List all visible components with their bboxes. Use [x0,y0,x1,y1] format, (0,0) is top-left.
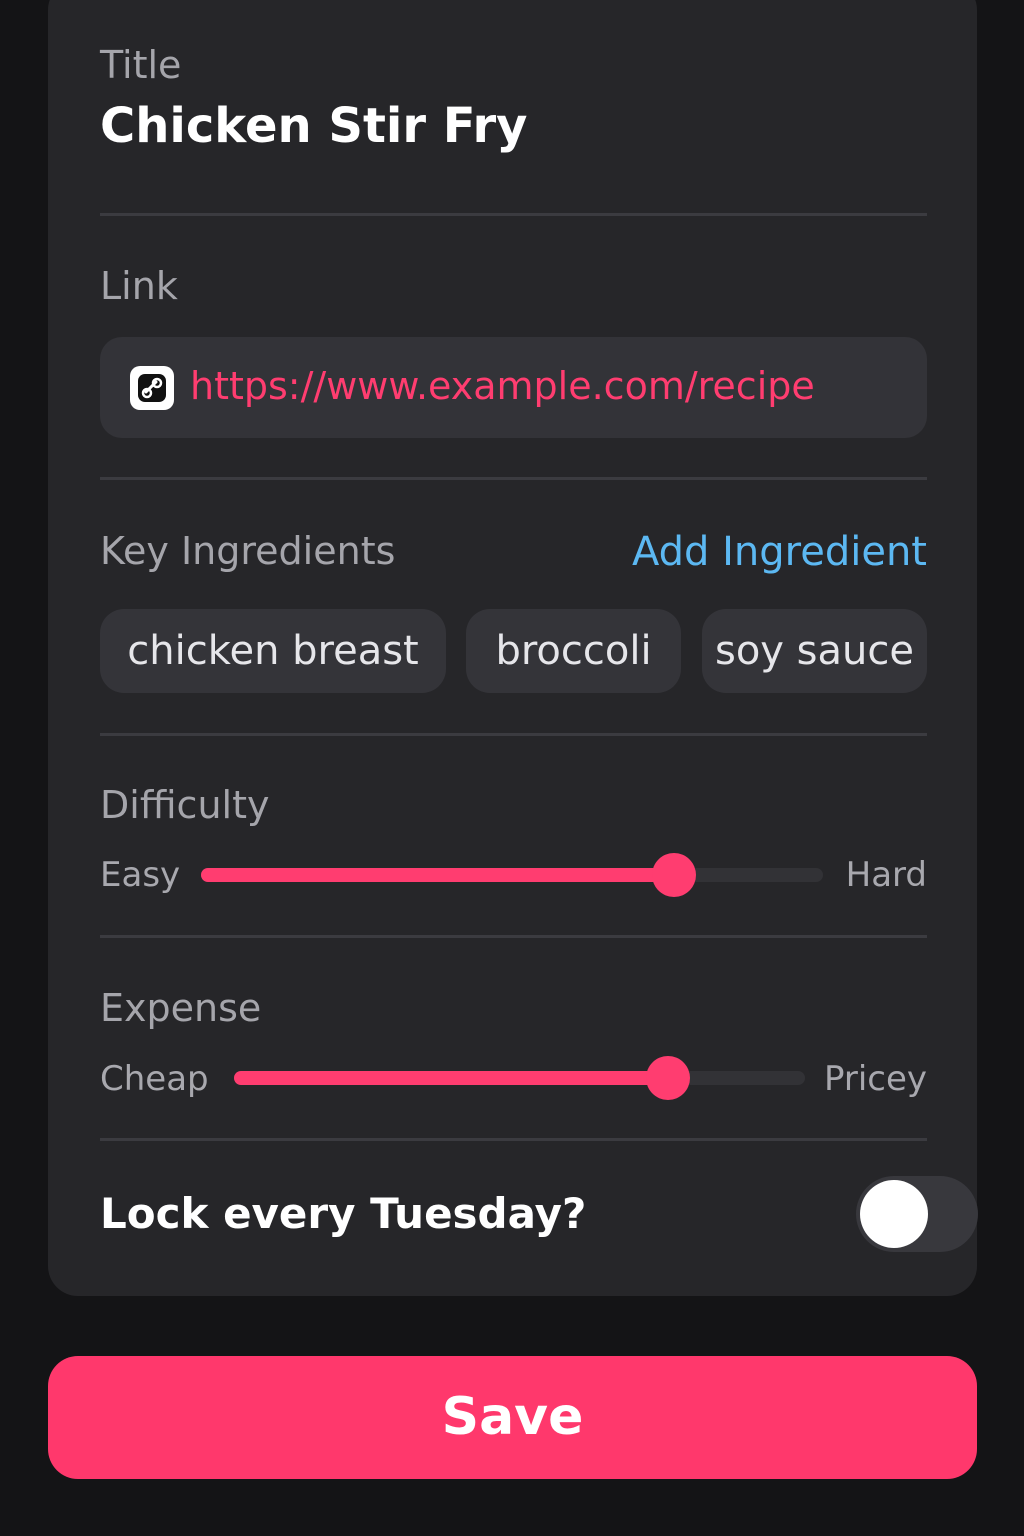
divider [100,477,927,480]
link-field[interactable]: https://www.example.com/recipe [100,337,927,438]
link-url[interactable]: https://www.example.com/recipe [190,367,815,405]
expense-slider-fill [234,1071,668,1085]
add-ingredient-button[interactable]: Add Ingredient [632,532,927,572]
divider [100,1138,927,1141]
recipe-form-card: Title Chicken Stir Fry Link https://www.… [48,0,978,1296]
expense-min-label: Cheap [100,1059,209,1099]
expense-slider[interactable] [234,1056,805,1100]
ingredient-chip[interactable]: soy sauce [702,609,927,693]
title-label: Title [100,43,182,87]
difficulty-slider-thumb[interactable] [651,853,696,897]
expense-slider-thumb[interactable] [645,1056,690,1100]
divider [100,213,927,216]
difficulty-slider-fill [201,868,674,882]
difficulty-label: Difficulty [100,783,270,827]
lock-toggle-knob [860,1180,928,1248]
lock-label: Lock every Tuesday? [100,1189,587,1238]
divider [100,935,927,938]
divider [100,733,927,736]
expense-label: Expense [100,986,262,1030]
link-icon [130,366,174,410]
ingredient-chip[interactable]: chicken breast [100,609,446,693]
ingredient-chip[interactable]: broccoli [466,609,681,693]
save-button[interactable]: Save [48,1356,977,1479]
ingredients-label: Key Ingredients [100,529,396,573]
difficulty-max-label: Hard [845,855,927,895]
lock-toggle[interactable] [856,1176,978,1252]
expense-max-label: Pricey [823,1059,927,1099]
difficulty-min-label: Easy [100,855,181,895]
title-field[interactable]: Chicken Stir Fry [100,102,527,150]
difficulty-slider[interactable] [201,853,823,897]
link-label: Link [100,264,178,308]
